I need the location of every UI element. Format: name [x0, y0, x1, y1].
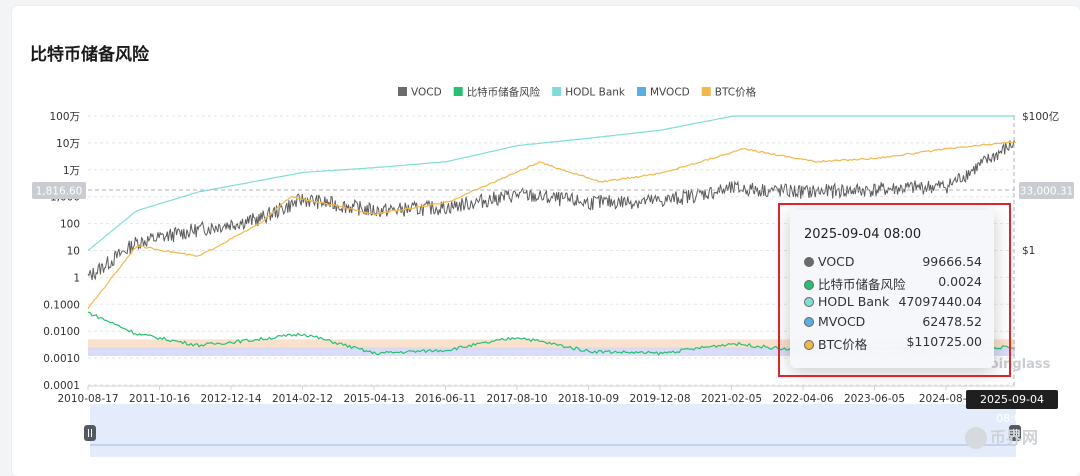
x-tick-label: 2017-08-10: [486, 393, 547, 405]
legend-swatch: [701, 87, 711, 96]
x-tick-label: 2014-02-12: [272, 393, 333, 405]
legend-item[interactable]: 比特币储备风险: [453, 86, 541, 99]
navigator-handle-left[interactable]: [84, 425, 96, 441]
legend-swatch: [637, 87, 646, 96]
x-tick-label: 2023-06-05: [844, 393, 905, 405]
x-tick-label: 2012-12-14: [200, 393, 261, 405]
x-tick-label: 2022-04-06: [772, 393, 833, 405]
x-tick-label: 2019-12-08: [629, 393, 690, 405]
y-tick-label: 0.0010: [43, 353, 80, 365]
x-tick-label: 2015-04-13: [343, 393, 404, 405]
legend-item[interactable]: VOCD: [398, 87, 442, 99]
site-watermark: 币界网: [990, 428, 1039, 447]
legend-label: HODL Bank: [565, 87, 626, 99]
legend-swatch: [398, 87, 407, 96]
legend-label: BTC价格: [715, 86, 757, 99]
crosshair-time-badge: 2025-09-04 08:00: [966, 390, 1058, 425]
x-tick-label: 2016-06-11: [415, 393, 476, 405]
y-tick-label: 1: [73, 272, 80, 284]
y-tick-label: 100万: [49, 111, 80, 123]
y-right-tick-label: $1: [1022, 245, 1035, 257]
x-tick-label: 2018-10-09: [558, 393, 619, 405]
crosshair-left-label: 1,816.60: [36, 186, 83, 198]
highlight-box: [778, 203, 1011, 377]
range-navigator[interactable]: [90, 404, 1016, 457]
legend-label: MVOCD: [650, 87, 690, 99]
y-tick-label: 0.0100: [43, 326, 80, 338]
legend-swatch: [453, 87, 463, 96]
legend-label: 比特币储备风险: [467, 86, 541, 99]
site-logo-icon: [965, 427, 987, 449]
y-tick-label: 10: [67, 246, 80, 258]
x-tick-label: 2011-10-16: [129, 393, 190, 405]
legend-label: VOCD: [411, 87, 442, 99]
legend-item[interactable]: MVOCD: [637, 87, 690, 99]
y-tick-label: 1万: [63, 165, 80, 177]
y-tick-label: 0.0001: [43, 380, 80, 392]
y-right-tick-label: $100亿: [1022, 110, 1059, 123]
crosshair-right-label: 33,000.31: [1020, 186, 1073, 198]
x-tick-label: 2010-08-17: [57, 393, 118, 405]
legend-item[interactable]: HODL Bank: [552, 87, 626, 99]
x-tick-label: 2021-02-05: [701, 393, 762, 405]
legend-item[interactable]: BTC价格: [701, 86, 757, 99]
legend-swatch: [552, 87, 562, 96]
y-tick-label: 0.1000: [43, 299, 80, 311]
y-tick-label: 100: [60, 219, 80, 231]
y-tick-label: 10万: [56, 138, 80, 150]
